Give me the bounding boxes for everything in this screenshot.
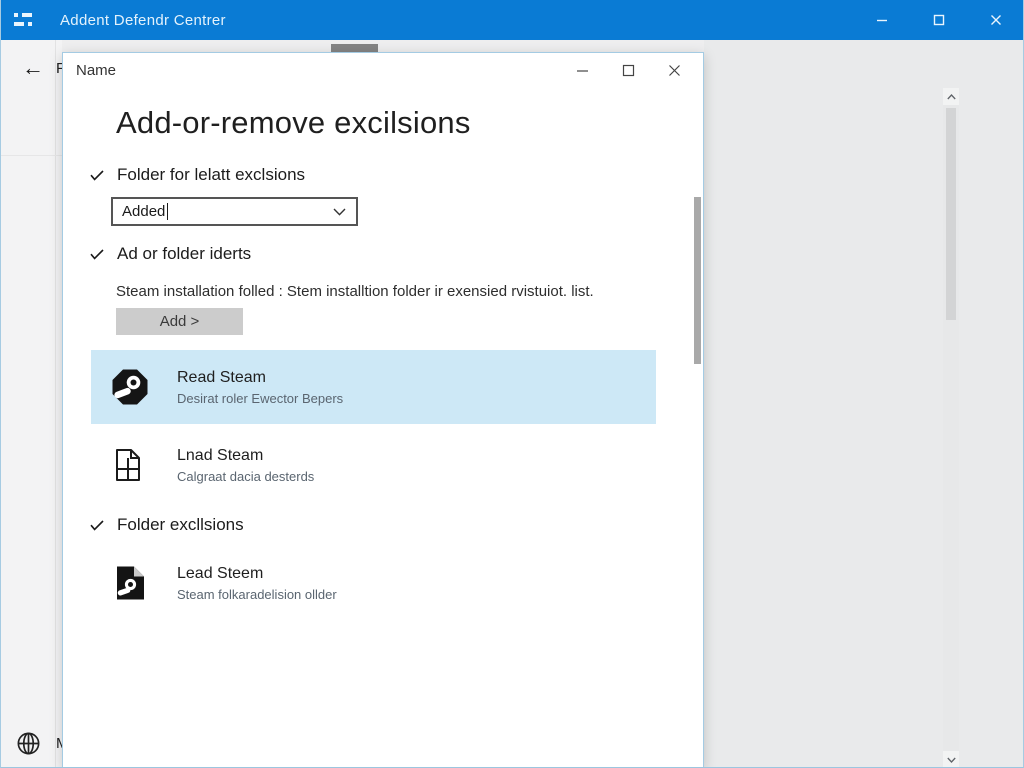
section-add-expander[interactable]: Ad or folder iderts: [90, 244, 251, 264]
dialog-maximize-button[interactable]: [605, 54, 651, 86]
app-grid-icon: [14, 13, 32, 27]
dialog-close-button[interactable]: [651, 54, 697, 86]
expander-check-icon: [90, 520, 104, 531]
app-menu-button[interactable]: [0, 0, 46, 40]
exclusion-list-item[interactable]: Lnad Steam Calgraat dacia desterds: [91, 430, 656, 500]
item-title: Read Steam: [177, 367, 343, 389]
steam-octagon-icon: [110, 367, 150, 407]
minimize-icon: [876, 14, 888, 26]
scroll-up-button[interactable]: [943, 88, 959, 105]
minimize-button[interactable]: [853, 0, 910, 40]
scroll-down-button[interactable]: [943, 751, 959, 768]
section-folder-type-expander[interactable]: Folder for lelatt exclsions: [90, 165, 305, 185]
dialog-scrollbar-thumb[interactable]: [694, 197, 701, 364]
maximize-icon: [622, 64, 635, 77]
item-subtitle: Calgraat dacia desterds: [177, 467, 314, 486]
chevron-up-icon: [947, 94, 956, 100]
globe-icon: [15, 730, 42, 757]
maximize-button[interactable]: [910, 0, 967, 40]
close-icon: [990, 14, 1002, 26]
exclusion-list-item[interactable]: Read Steam Desirat roler Ewector Bepers: [91, 350, 656, 424]
back-arrow-icon: ←: [22, 55, 44, 81]
globe-nav-button[interactable]: [15, 730, 42, 757]
expander-check-icon: [90, 249, 104, 260]
item-subtitle: Steam folkaradelision ollder: [177, 585, 337, 604]
dialog-titlebar: Name: [63, 53, 703, 87]
sidebar-section-divider: [0, 155, 62, 156]
app-scrollbar[interactable]: [943, 88, 959, 768]
window-controls: [853, 0, 1024, 40]
item-subtitle: Desirat roler Ewector Bepers: [177, 389, 343, 408]
maximize-icon: [933, 14, 945, 26]
section-label: Folder excllsions: [117, 515, 244, 535]
section-description: Steam installation folled : Stem install…: [116, 283, 676, 300]
chevron-down-icon: [333, 208, 346, 216]
sidebar-divider: [55, 40, 56, 768]
minimize-icon: [576, 64, 589, 77]
exclusion-list-item[interactable]: Lead Steem Steam folkaradelision ollder: [91, 551, 656, 615]
chevron-down-icon: [947, 757, 956, 763]
page-title: Add-or-remove excilsions: [116, 105, 471, 141]
add-button[interactable]: Add >: [116, 308, 243, 335]
back-button[interactable]: ←: [18, 54, 48, 82]
content-pane: [704, 40, 1024, 768]
dialog-minimize-button[interactable]: [559, 54, 605, 86]
section-folder-expander[interactable]: Folder excllsions: [90, 515, 244, 535]
left-pane: [0, 40, 62, 768]
expander-check-icon: [90, 170, 104, 181]
exclusions-dialog: Name Add-or-remove excilsions Folder for…: [62, 52, 704, 768]
section-label: Ad or folder iderts: [117, 244, 251, 264]
app-scrollbar-thumb[interactable]: [946, 108, 956, 320]
dialog-title: Name: [76, 62, 116, 79]
grid-file-icon: [110, 445, 150, 485]
close-button[interactable]: [967, 0, 1024, 40]
combobox-value: Added: [122, 203, 165, 220]
app-title: Addent Defendr Centrer: [60, 12, 226, 29]
app-titlebar: Addent Defendr Centrer: [0, 0, 1024, 40]
dialog-window-controls: [559, 54, 697, 86]
close-icon: [668, 64, 681, 77]
section-label: Folder for lelatt exclsions: [117, 165, 305, 185]
item-title: Lead Steem: [177, 563, 337, 585]
exclusion-type-combobox[interactable]: Added: [111, 197, 358, 226]
item-title: Lnad Steam: [177, 445, 314, 467]
text-cursor: [167, 203, 168, 220]
dark-file-steam-icon: [110, 563, 150, 603]
